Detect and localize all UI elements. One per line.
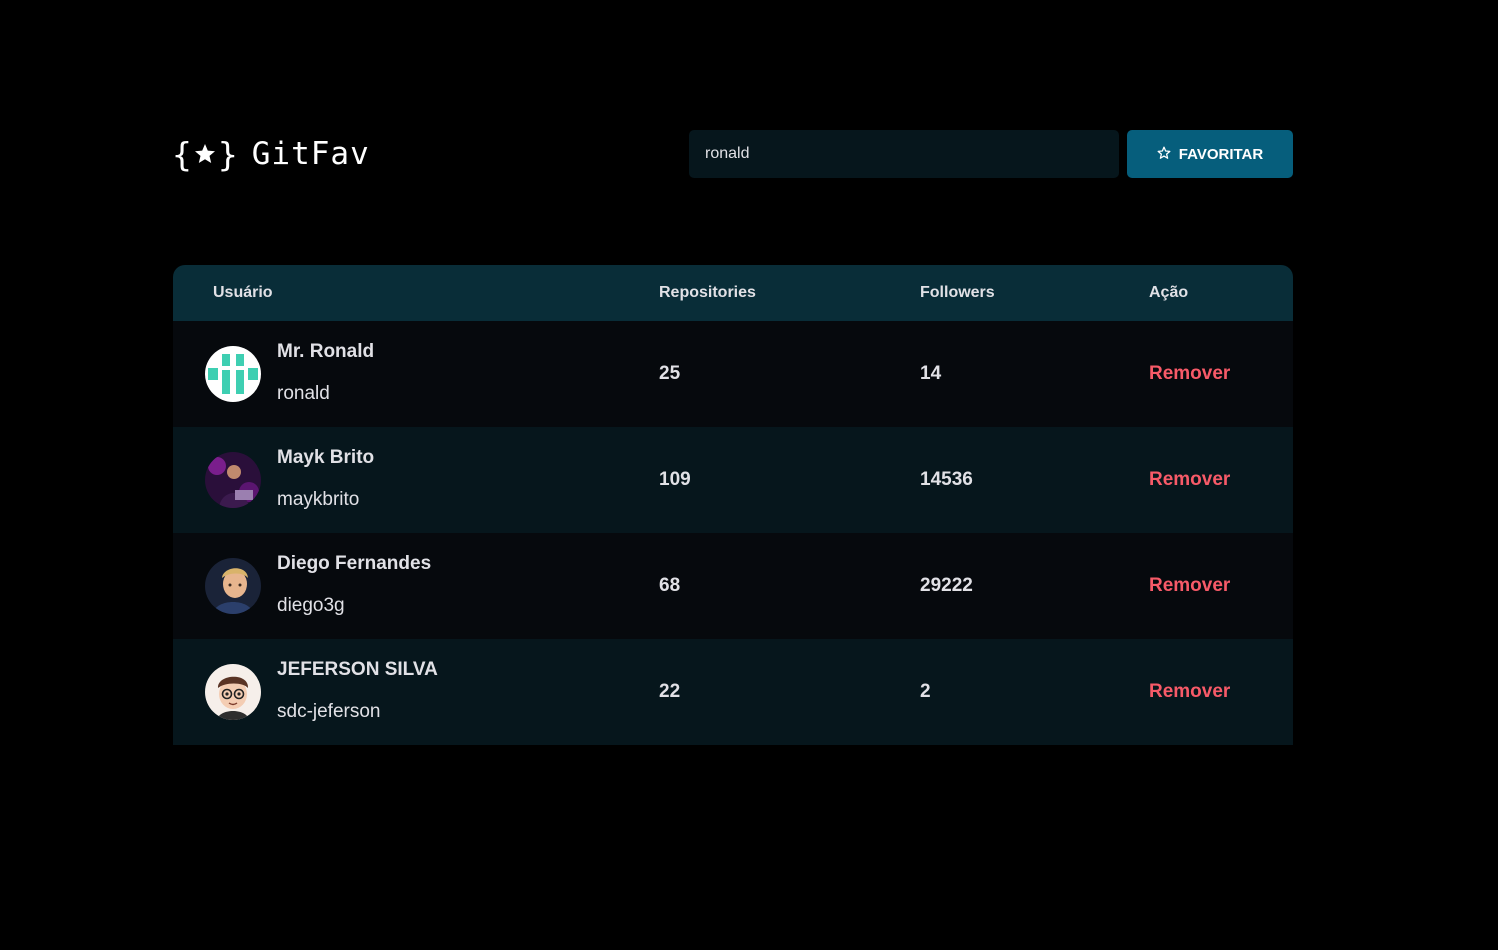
star-outline-icon — [1157, 146, 1171, 163]
user-name: JEFERSON SILVA — [277, 659, 438, 680]
repositories-count: 22 — [659, 681, 681, 702]
remove-button[interactable]: Remover — [1149, 427, 1230, 533]
followers-count: 14 — [920, 363, 942, 384]
avatar — [205, 346, 261, 402]
table-header: Usuário Repositories Followers Ação — [173, 265, 1293, 321]
table-row: Mayk Brito maykbrito 109 14536 Remover — [173, 427, 1293, 533]
user-login: diego3g — [277, 595, 345, 616]
search-input[interactable] — [689, 130, 1119, 178]
remove-button[interactable]: Remover — [1149, 533, 1230, 639]
remove-button[interactable]: Remover — [1149, 321, 1230, 427]
user-name: Mr. Ronald — [277, 341, 375, 362]
user-login: maykbrito — [277, 489, 360, 510]
table-row: JEFERSON SILVA sdc-jeferson 22 2 Remover — [173, 639, 1293, 745]
user-login: sdc-jeferson — [277, 701, 381, 722]
repositories-count: 68 — [659, 575, 681, 596]
followers-count: 2 — [920, 681, 931, 702]
repositories-count: 109 — [659, 469, 691, 490]
favorite-button[interactable]: FAVORITAR — [1127, 130, 1293, 178]
column-header-user: Usuário — [213, 284, 273, 301]
user-name: Mayk Brito — [277, 447, 375, 468]
table-row: Diego Fernandes diego3g 68 29222 Remover — [173, 533, 1293, 639]
user-name: Diego Fernandes — [277, 553, 432, 574]
favorites-table: Usuário Repositories Followers Ação Mr. … — [173, 265, 1293, 745]
favorite-button-label: FAVORITAR — [1178, 145, 1264, 163]
avatar — [205, 664, 261, 720]
column-header-action: Ação — [1149, 284, 1189, 301]
app-logo: { } GitFav — [172, 134, 370, 174]
followers-count: 29222 — [920, 575, 973, 596]
repositories-count: 25 — [659, 363, 681, 384]
column-header-repositories: Repositories — [659, 284, 756, 301]
followers-count: 14536 — [920, 469, 973, 490]
table-row: Mr. Ronald ronald 25 14 Remover — [173, 321, 1293, 427]
braces-star-icon: { } — [172, 134, 238, 174]
avatar — [205, 452, 261, 508]
avatar — [205, 558, 261, 614]
gitfav-page: { } GitFav FAVORITAR Usuário Repositorie… — [0, 0, 1498, 950]
app-title: GitFav — [251, 136, 370, 172]
user-login: ronald — [277, 383, 330, 404]
remove-button[interactable]: Remover — [1149, 639, 1230, 745]
column-header-followers: Followers — [920, 284, 995, 301]
